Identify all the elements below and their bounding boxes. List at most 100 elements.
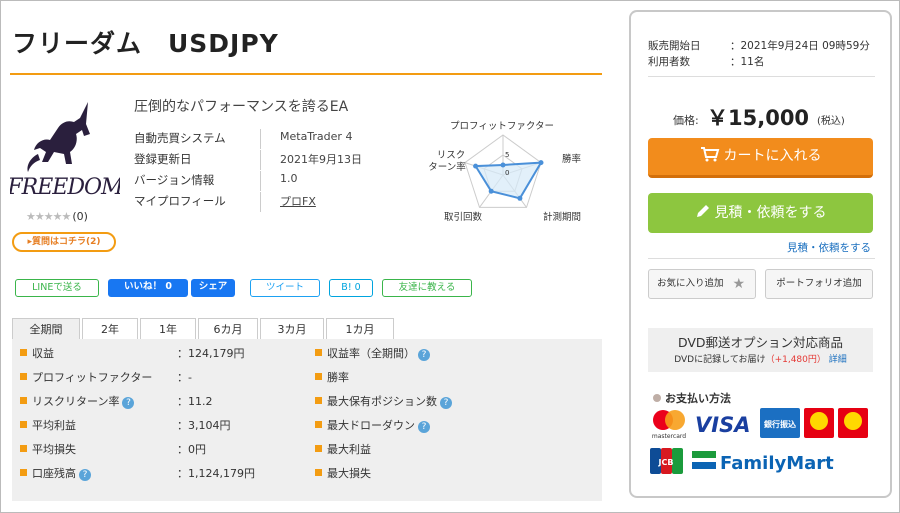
tab-1-month[interactable]: 1カ月 <box>326 318 394 340</box>
info-label: 自動売買システム <box>134 131 226 145</box>
familymart-logo: FamilyMart <box>692 451 834 474</box>
stat-value: ：3,104円 <box>177 419 231 432</box>
info-label: マイプロフィール <box>134 194 226 208</box>
stat-name: 勝率 <box>327 369 349 385</box>
hatena-bookmark-button[interactable]: B! 0 <box>329 279 373 297</box>
facebook-like-button[interactable]: いいね！ 0 <box>108 279 188 297</box>
price-label: 価格: <box>673 114 699 127</box>
purchase-panel: 販売開始日 ：2021年9月24日 09時59分 利用者数 ：11名 価格: ￥… <box>629 10 892 498</box>
help-icon[interactable]: ? <box>79 469 91 481</box>
bullet-icon <box>20 397 27 404</box>
daily-yamazaki-logo <box>838 408 868 438</box>
bullet-icon <box>315 445 322 452</box>
stat-value: ：- <box>177 371 192 384</box>
payment-title: お支払い方法 <box>653 390 731 406</box>
visa-logo: VISA <box>695 413 750 437</box>
stat-name: 収益 <box>32 345 54 361</box>
tab-all-period[interactable]: 全期間 <box>12 318 80 340</box>
stat-label: 口座残高 <box>32 467 76 480</box>
radar-point <box>517 195 523 201</box>
stat-label: 収益率（全期間） <box>327 347 415 360</box>
stat-name: プロフィットファクター <box>32 369 152 385</box>
info-label: バージョン情報 <box>134 173 215 187</box>
facebook-share-button[interactable]: シェア <box>191 279 235 297</box>
stat-label: 平均利益 <box>32 419 76 432</box>
users-value: ：11名 <box>730 56 765 68</box>
tab-2-years[interactable]: 2年 <box>82 318 138 340</box>
bullet-icon <box>315 373 322 380</box>
bullet-icon <box>315 397 322 404</box>
stat-name: 収益率（全期間）? <box>327 345 430 361</box>
help-icon[interactable]: ? <box>440 397 452 409</box>
add-favorite-button[interactable]: お気に入り追加 ★ <box>648 269 756 299</box>
radar-point <box>488 188 494 194</box>
rating-stars: ★★★★★ <box>26 210 71 223</box>
stat-name: 最大損失 <box>327 465 371 481</box>
help-icon[interactable]: ? <box>122 397 135 409</box>
bank-transfer-text: 銀行振込 <box>763 419 796 429</box>
request-quote-link[interactable]: 見積・依頼をする <box>787 240 871 255</box>
divider <box>648 258 875 259</box>
radar-label-profit-factor: プロフィットファクター <box>450 121 554 132</box>
sale-start-row: 販売開始日 ：2021年9月24日 09時59分 <box>648 38 870 53</box>
tell-friend-button[interactable]: 友達に教える <box>382 279 472 297</box>
radar-tick-max: 5 <box>505 151 509 159</box>
tagline: 圧倒的なパフォーマンスを誇るEA <box>134 99 349 115</box>
cart-icon <box>700 147 719 162</box>
stat-name: リスクリターン率? <box>32 393 135 409</box>
request-quote-button[interactable]: 見積・依頼をする <box>648 193 873 233</box>
users-label: 利用者数 <box>648 56 690 68</box>
stat-label: 平均損失 <box>32 443 76 456</box>
bank-transfer-logo: 銀行振込 <box>760 408 800 438</box>
bullet-icon <box>315 421 322 428</box>
favorite-button-label: お気に入り追加 <box>657 278 724 289</box>
bullet-icon <box>315 469 322 476</box>
mastercard-logo: mastercard <box>652 410 686 440</box>
stat-label: リスクリターン率 <box>32 395 120 408</box>
dstation-logo <box>804 408 834 438</box>
radar-label-trades: 取引回数 <box>444 211 483 223</box>
stat-label: 最大保有ポジション数 <box>327 395 437 408</box>
familymart-text: FamilyMart <box>720 453 834 474</box>
cart-button-label: カートに入れる <box>723 148 822 164</box>
dvd-detail-link[interactable]: 詳細 <box>829 355 847 365</box>
quote-button-label: 見積・依頼をする <box>714 205 827 221</box>
info-value: 2021年9月13日 <box>280 153 362 166</box>
radar-point <box>500 162 506 168</box>
bullet-icon <box>20 445 27 452</box>
radar-label-risk-2: ターン率 <box>428 161 466 173</box>
line-share-button[interactable]: LINEで送る <box>15 279 99 297</box>
tab-1-year[interactable]: 1年 <box>140 318 196 340</box>
stat-name: 最大保有ポジション数? <box>327 393 452 409</box>
rating-count: (0) <box>72 210 88 223</box>
stat-name: 口座残高? <box>32 465 91 481</box>
profile-link[interactable]: プロFX <box>280 193 316 209</box>
stat-value: ：0円 <box>177 443 206 456</box>
help-icon[interactable]: ? <box>418 421 430 433</box>
stat-label: 最大ドローダウン <box>327 419 415 432</box>
stat-label: 最大損失 <box>327 467 371 480</box>
radar-point <box>473 163 479 169</box>
tab-3-months[interactable]: 3カ月 <box>260 318 324 340</box>
stat-label: 勝率 <box>327 371 349 384</box>
dvd-subtitle: DVDに記録してお届け（+1,480円） 詳細 <box>648 352 873 365</box>
info-separator <box>260 150 261 170</box>
unicorn-icon <box>27 102 90 172</box>
tweet-button[interactable]: ツイート <box>250 279 320 297</box>
stat-name: 平均損失 <box>32 441 76 457</box>
radar-label-period: 計測期間 <box>543 211 581 223</box>
bullet-icon <box>20 373 27 380</box>
divider <box>648 76 875 77</box>
help-icon[interactable]: ? <box>418 349 430 361</box>
price-value: ￥15,000 <box>707 106 810 130</box>
info-value: 1.0 <box>280 172 298 185</box>
sale-start-value: ：2021年9月24日 09時59分 <box>730 40 870 52</box>
tab-6-months[interactable]: 6カ月 <box>198 318 258 340</box>
stat-value: ：11.2 <box>177 395 213 408</box>
question-button[interactable]: ▸質問はコチラ(2) <box>12 232 116 252</box>
bullet-icon <box>20 421 27 428</box>
add-to-cart-button[interactable]: カートに入れる <box>648 138 873 178</box>
jcb-logo: JCB <box>650 448 683 474</box>
freedom-logo: FREEDOM <box>10 102 120 200</box>
add-portfolio-button[interactable]: ポートフォリオ追加 <box>765 269 873 299</box>
